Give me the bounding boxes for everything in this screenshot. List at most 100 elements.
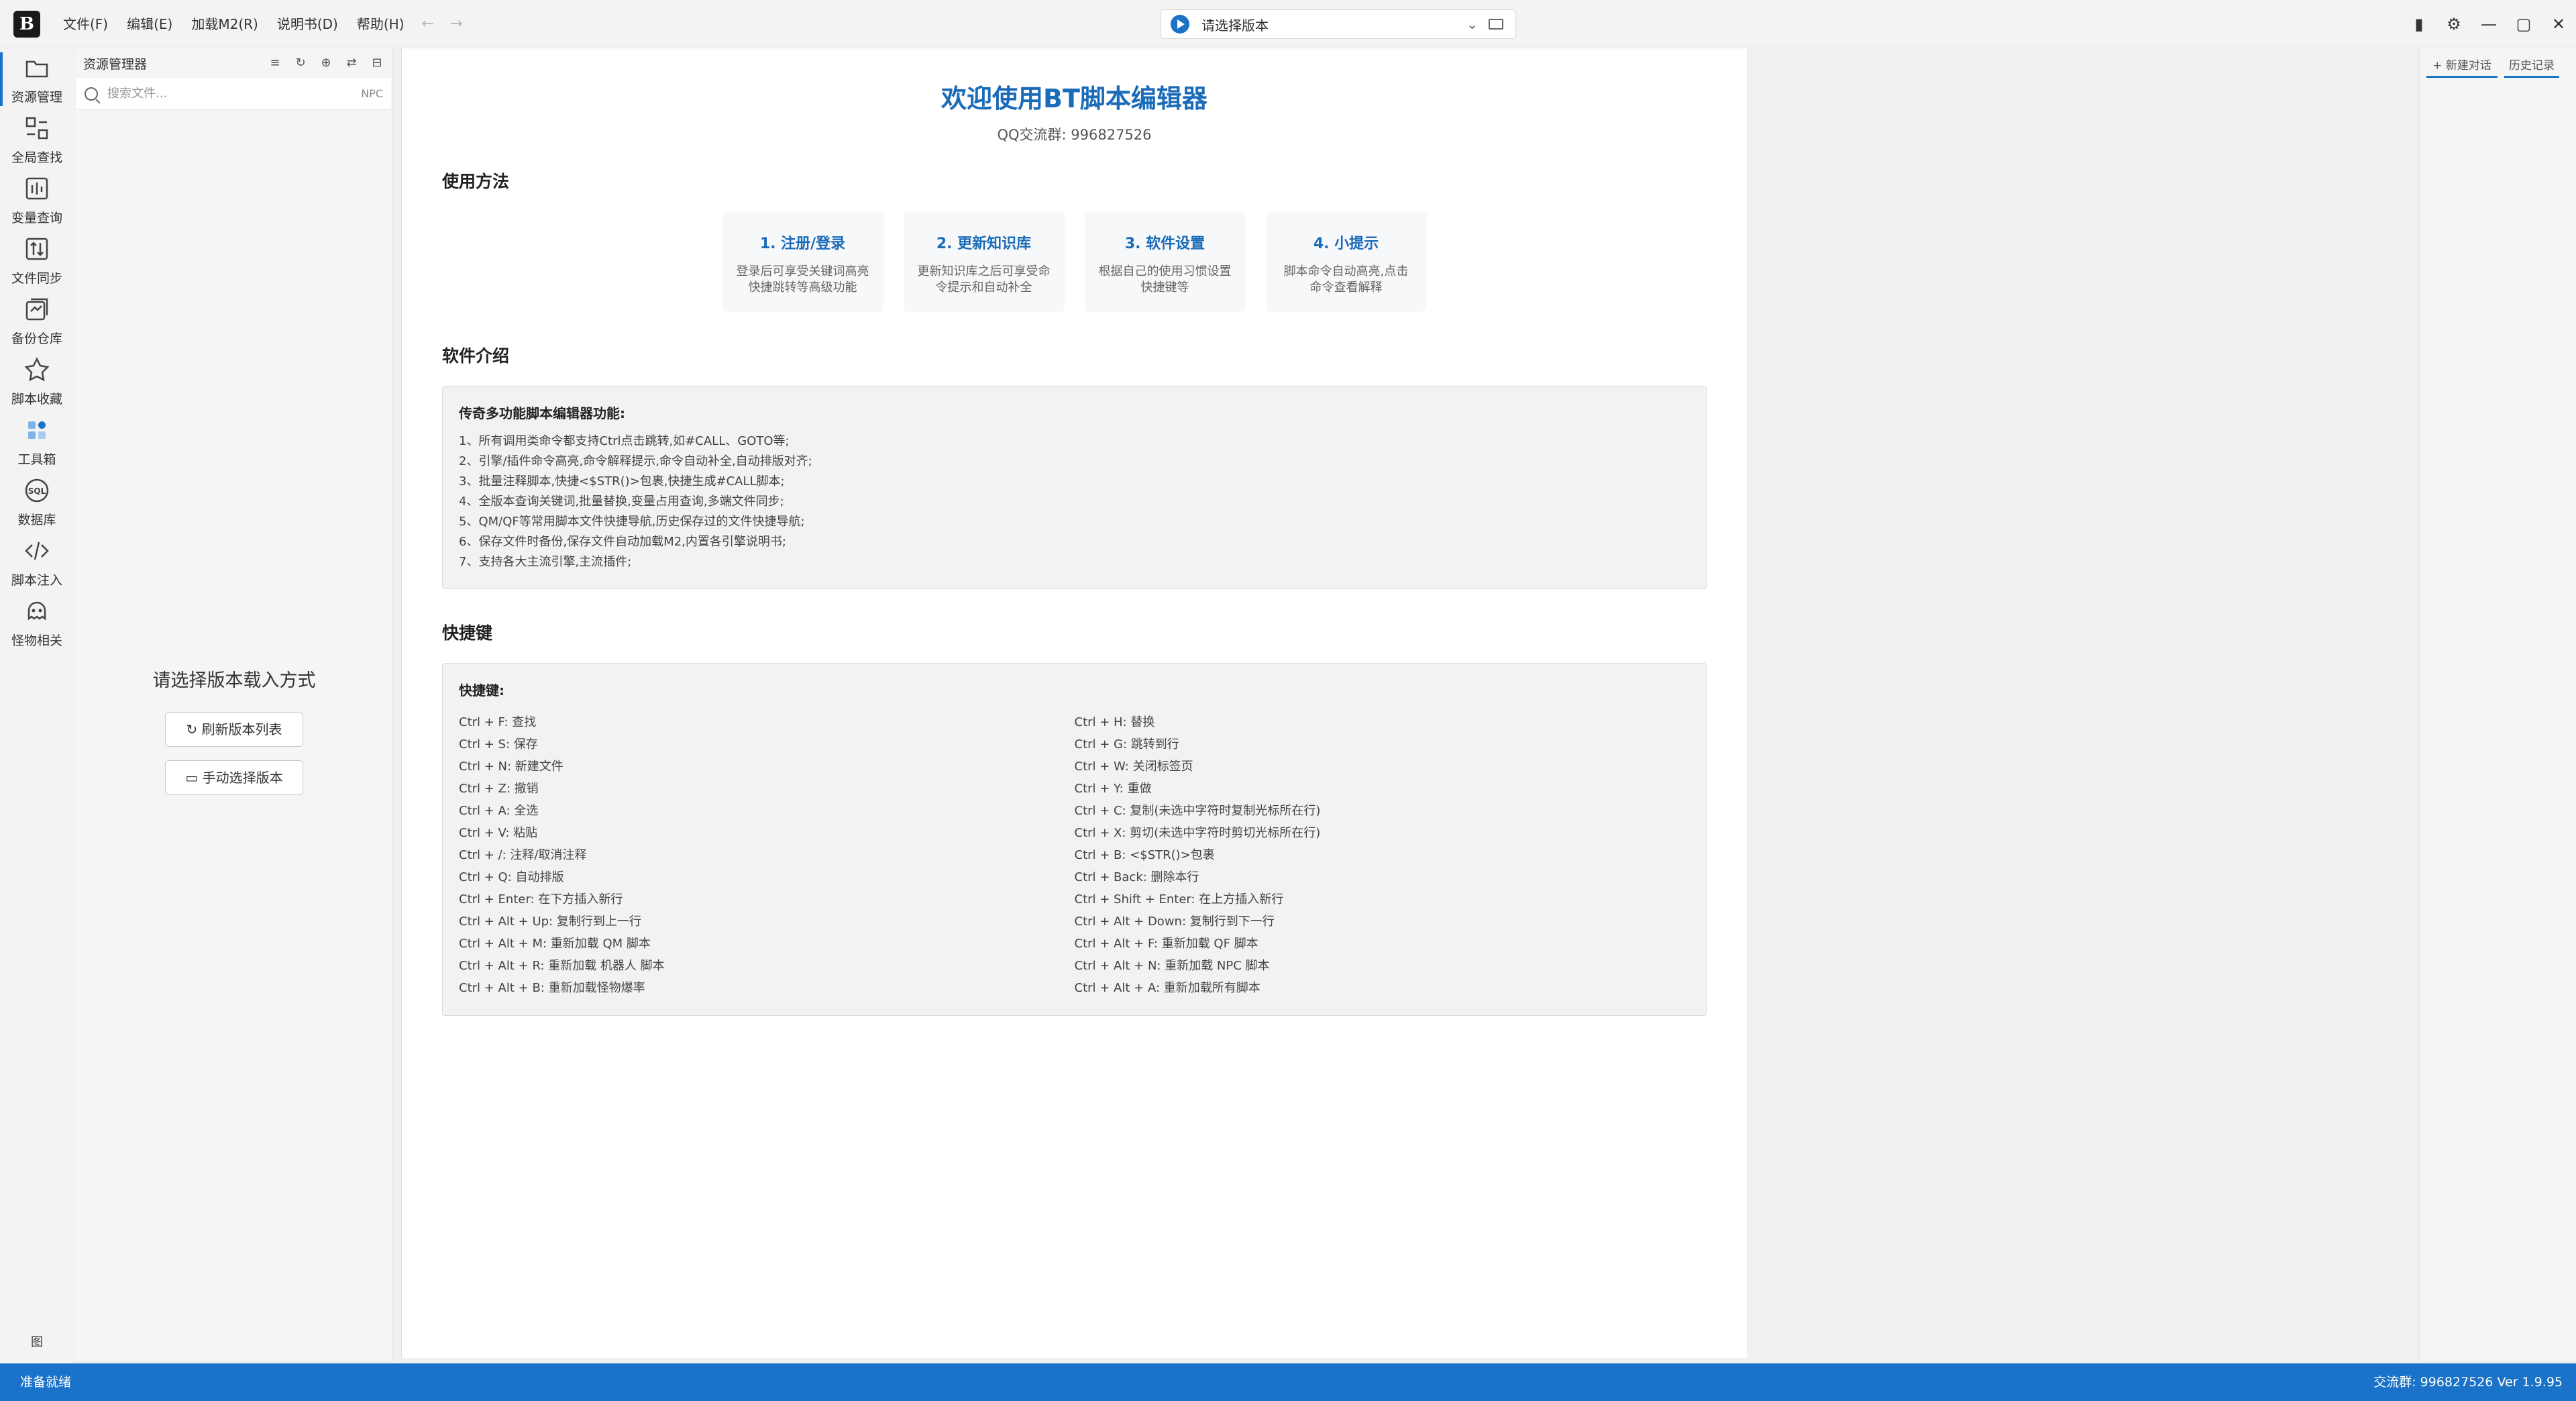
shortcut-item: Ctrl + Enter: 在下方插入新行 <box>459 892 623 906</box>
shortcut-item: Ctrl + Y: 重做 <box>1074 782 1152 796</box>
step-desc: 脚本命令自动高亮,点击命令查看解释 <box>1283 264 1409 295</box>
step-title: 1. 注册/登录 <box>759 236 846 252</box>
activity-label: 怪物相关 <box>11 633 62 648</box>
activity-label: 变量查询 <box>11 211 62 225</box>
shortcut-item: Ctrl + G: 跳转到行 <box>1074 737 1179 751</box>
activity-label: 数据库 <box>17 513 56 527</box>
status-version: 交流群: 996827526 Ver 1.9.95 <box>2373 1375 2563 1390</box>
shortcut-item: Ctrl + /: 注释/取消注释 <box>459 848 587 862</box>
folder-icon <box>25 60 48 78</box>
sort-icon[interactable]: ≡ <box>268 56 282 70</box>
play-icon <box>1171 15 1189 34</box>
image-icon[interactable]: 图 <box>0 1333 74 1350</box>
chevron-down-icon: ⌄ <box>1466 16 1478 32</box>
page-title: 欢迎使用BT脚本编辑器 <box>941 84 1208 113</box>
activity-label: 脚本收藏 <box>11 392 62 407</box>
menu-file[interactable]: 文件(F) <box>54 0 117 48</box>
manual-select-version-label: 手动选择版本 <box>202 770 283 786</box>
search-mode-badge[interactable]: NPC <box>361 87 383 100</box>
menu-help[interactable]: 帮助(H) <box>347 0 414 48</box>
shortcut-box-title: 快捷键: <box>459 682 504 698</box>
activity-label: 全局查找 <box>11 150 62 165</box>
new-chat-tab[interactable]: + 新建对话 <box>2426 55 2498 78</box>
activity-backup-repo[interactable]: 备份仓库 <box>0 290 74 350</box>
activity-label: 备份仓库 <box>11 331 62 346</box>
step-title: 4. 小提示 <box>1313 236 1379 252</box>
layout-toggle-icon[interactable]: ▮ <box>2402 15 2436 34</box>
shortcut-item: Ctrl + Alt + Up: 复制行到上一行 <box>459 915 641 929</box>
close-button[interactable]: ✕ <box>2541 15 2576 34</box>
intro-line: 5、QM/QF等常用脚本文件快捷导航,历史保存过的文件快捷导航; <box>459 515 805 529</box>
shortcut-item: Ctrl + H: 替换 <box>1074 715 1155 729</box>
settings-icon[interactable]: ⚙ <box>2436 15 2471 34</box>
explorer-title: 资源管理器 <box>83 56 148 72</box>
intro-box: 传奇多功能脚本编辑器功能: 1、所有调用类命令都支持Ctrl点击跳转,如#CAL… <box>442 386 1707 589</box>
section-title-howto: 使用方法 <box>442 172 510 191</box>
manual-select-version-button[interactable]: ▭ 手动选择版本 <box>165 760 303 795</box>
step-card: 3. 软件设置 根据自己的使用习惯设置快捷键等 <box>1084 211 1246 312</box>
section-title-intro: 软件介绍 <box>442 346 510 366</box>
activity-monster[interactable]: 怪物相关 <box>0 592 74 652</box>
shortcut-item: Ctrl + Q: 自动排版 <box>459 870 564 884</box>
activity-explorer[interactable]: 资源管理 <box>0 48 74 109</box>
folder-open-icon[interactable] <box>1489 19 1503 30</box>
qq-group-text: QQ交流群: 996827526 <box>997 127 1152 143</box>
activity-file-sync[interactable]: 文件同步 <box>0 229 74 290</box>
step-card: 1. 注册/登录 登录后可享受关键词高亮快捷跳转等高级功能 <box>722 211 883 312</box>
activity-variable-query[interactable]: 变量查询 <box>0 169 74 229</box>
search-input[interactable] <box>107 87 362 101</box>
shortcut-item: Ctrl + Z: 撤销 <box>459 782 539 796</box>
forward-arrow-icon[interactable]: → <box>442 0 470 48</box>
explorer-header: 资源管理器 ≡ ↻ ⊕ ⇄ ⊟ <box>75 48 392 78</box>
minimize-button[interactable]: — <box>2471 15 2506 34</box>
activity-toolbox[interactable]: 工具箱 <box>0 411 74 471</box>
step-card: 2. 更新知识库 更新知识库之后可享受命令提示和自动补全 <box>903 211 1065 312</box>
maximize-button[interactable]: ▢ <box>2506 15 2541 34</box>
menu-edit[interactable]: 编辑(E) <box>117 0 182 48</box>
star-icon <box>24 357 50 382</box>
shortcut-column-right: Ctrl + H: 替换 Ctrl + G: 跳转到行 Ctrl + W: 关闭… <box>1075 711 1690 999</box>
back-arrow-icon[interactable]: ← <box>414 0 442 48</box>
shortcut-item: Ctrl + N: 新建文件 <box>459 760 564 774</box>
step-desc: 更新知识库之后可享受命令提示和自动补全 <box>917 264 1051 295</box>
shortcut-item: Ctrl + W: 关闭标签页 <box>1074 760 1193 774</box>
title-bar: B 文件(F) 编辑(E) 加载M2(R) 说明书(D) 帮助(H) ← → 请… <box>0 0 2576 48</box>
activity-global-search[interactable]: 全局查找 <box>0 109 74 169</box>
step-card: 4. 小提示 脚本命令自动高亮,点击命令查看解释 <box>1265 211 1427 312</box>
shortcut-grid: Ctrl + F: 查找 Ctrl + S: 保存 Ctrl + N: 新建文件… <box>459 711 1690 999</box>
shortcut-item: Ctrl + X: 剪切(未选中字符时剪切光标所在行) <box>1074 826 1321 840</box>
shortcut-item: Ctrl + Alt + M: 重新加载 QM 脚本 <box>459 937 651 951</box>
menu-manual[interactable]: 说明书(D) <box>268 0 347 48</box>
shortcut-column-left: Ctrl + F: 查找 Ctrl + S: 保存 Ctrl + N: 新建文件… <box>459 711 1075 999</box>
refresh-icon[interactable]: ↻ <box>293 56 308 70</box>
ai-chat-panel: + 新建对话 历史记录 <box>2419 48 2576 1361</box>
history-tab[interactable]: 历史记录 <box>2504 55 2559 78</box>
collapse-all-icon[interactable]: ⊟ <box>370 56 384 70</box>
refresh-version-list-button[interactable]: ↻ 刷新版本列表 <box>165 712 303 747</box>
shortcut-item: Ctrl + Alt + R: 重新加载 机器人 脚本 <box>459 959 665 973</box>
shortcut-item: Ctrl + Alt + B: 重新加载怪物爆率 <box>459 981 645 995</box>
code-icon <box>25 541 49 560</box>
variable-query-icon <box>25 177 48 200</box>
refresh-version-list-label: 刷新版本列表 <box>201 721 282 737</box>
step-desc: 登录后可享受关键词高亮快捷跳转等高级功能 <box>736 264 869 295</box>
load-prompt: 请选择版本载入方式 <box>152 670 316 691</box>
activity-script-inject[interactable]: 脚本注入 <box>0 531 74 592</box>
version-select[interactable]: 请选择版本 ⌄ <box>1161 9 1516 39</box>
folder-icon: ▭ <box>185 770 203 786</box>
intro-line: 3、批量注释脚本,快捷<$STR()>包裹,快捷生成#CALL脚本; <box>459 474 785 488</box>
new-file-icon[interactable]: ⊕ <box>319 56 333 70</box>
version-load-panel: 请选择版本载入方式 ↻ 刷新版本列表 ▭ 手动选择版本 <box>75 666 393 795</box>
window-controls: ▮ ⚙ — ▢ ✕ <box>2402 0 2576 48</box>
shortcut-item: Ctrl + B: <$STR()>包裹 <box>1074 848 1215 862</box>
monster-icon <box>28 601 46 621</box>
activity-script-favorites[interactable]: 脚本收藏 <box>0 350 74 411</box>
intro-line: 2、引擎/插件命令高亮,命令解释提示,命令自动补全,自动排版对齐; <box>459 454 812 468</box>
activity-database[interactable]: SQL 数据库 <box>0 471 74 531</box>
shortcut-item: Ctrl + A: 全选 <box>459 804 539 818</box>
app-logo: B <box>13 11 40 38</box>
swap-icon[interactable]: ⇄ <box>344 56 359 70</box>
menu-load-m2[interactable]: 加载M2(R) <box>182 0 267 48</box>
sql-database-icon: SQL <box>25 478 49 503</box>
intro-line: 7、支持各大主流引擎,主流插件; <box>459 555 632 569</box>
